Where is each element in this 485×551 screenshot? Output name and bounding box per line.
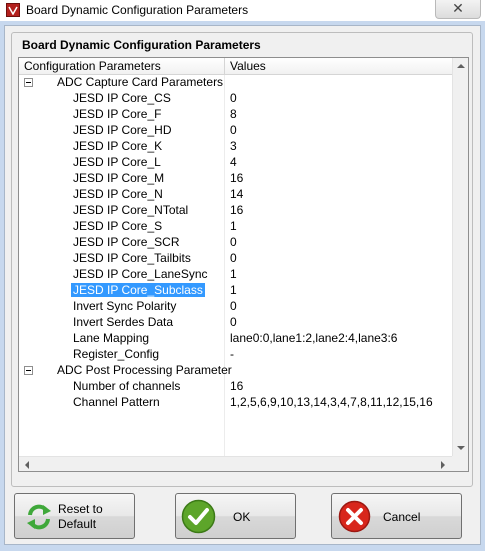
dialog-body: Board Dynamic Configuration Parameters C… [4,25,481,545]
param-value: 1 [230,283,237,297]
param-name: JESD IP Core_Subclass [71,283,205,297]
scroll-left-icon[interactable] [25,461,29,469]
param-value: 0 [230,251,237,265]
param-value: 0 [230,315,237,329]
table-row[interactable]: JESD IP Core_LaneSync 1 [19,267,452,283]
table-row[interactable]: JESD IP Core_NTotal 16 [19,203,452,219]
group-title: Board Dynamic Configuration Parameters [22,38,261,52]
tree-group-adc-post-processing[interactable]: ADC Post Processing Parameter [19,363,452,379]
scroll-corner [452,456,468,471]
param-value: lane0:0,lane1:2,lane2:4,lane3:6 [230,331,398,345]
param-name: JESD IP Core_K [73,139,163,153]
param-value: 16 [230,171,244,185]
scroll-down-icon[interactable] [457,446,465,450]
collapse-icon[interactable] [24,366,33,375]
param-name: JESD IP Core_LaneSync [73,267,208,281]
table-row-selected[interactable]: JESD IP Core_Subclass 1 [19,283,452,299]
param-value: 8 [230,107,237,121]
table-row[interactable]: JESD IP Core_CS 0 [19,91,452,107]
param-name: JESD IP Core_CS [73,91,171,105]
param-value: 0 [230,235,237,249]
tree-group-adc-capture[interactable]: ADC Capture Card Parameters [19,75,452,91]
param-name: Lane Mapping [73,331,150,345]
scroll-up-icon[interactable] [457,64,465,68]
table-row[interactable]: Invert Sync Polarity 0 [19,299,452,315]
param-name: JESD IP Core_NTotal [73,203,189,217]
param-value: 1,2,5,6,9,10,13,14,3,4,7,8,11,12,15,16 [230,395,433,409]
table-row[interactable]: Register_Config - [19,347,452,363]
window-title: Board Dynamic Configuration Parameters [26,3,249,17]
param-value: 1 [230,219,237,233]
cancel-label: Cancel [383,510,421,524]
collapse-icon[interactable] [24,78,33,87]
param-name: Number of channels [73,379,181,393]
horizontal-scrollbar[interactable] [19,456,452,471]
param-name: JESD IP Core_N [73,187,163,201]
close-button[interactable]: ✕ [435,0,481,19]
param-name: JESD IP Core_M [73,171,165,185]
param-value: 16 [230,203,244,217]
app-icon [6,3,20,17]
table-row[interactable]: JESD IP Core_SCR 0 [19,235,452,251]
param-value: 3 [230,139,237,153]
param-name: JESD IP Core_Tailbits [73,251,191,265]
group-label: ADC Capture Card Parameters [57,75,224,89]
param-name: Channel Pattern [73,395,160,409]
cancel-button[interactable]: Cancel [331,493,462,539]
param-name: JESD IP Core_F [73,107,162,121]
param-name: Invert Sync Polarity [73,299,177,313]
column-header-parameters[interactable]: Configuration Parameters [19,58,161,75]
param-name: Invert Serdes Data [73,315,174,329]
parameters-tree[interactable]: Configuration Parameters Values ADC Capt… [18,57,469,472]
column-header-values[interactable]: Values [225,58,266,75]
param-value: 0 [230,91,237,105]
table-row[interactable]: Channel Pattern 1,2,5,6,9,10,13,14,3,4,7… [19,395,452,411]
reset-label-line2: Default [58,517,97,531]
param-value: 0 [230,123,237,137]
table-row[interactable]: JESD IP Core_N 14 [19,187,452,203]
param-name: Register_Config [73,347,160,361]
group-label: ADC Post Processing Parameter [57,363,232,377]
refresh-icon [27,504,51,530]
table-row[interactable]: JESD IP Core_K 3 [19,139,452,155]
tree-header: Configuration Parameters Values [19,58,452,75]
param-name: JESD IP Core_HD [73,123,172,137]
check-icon [181,499,216,534]
reset-to-default-button[interactable]: Reset to Default [14,493,135,539]
config-group-box: Board Dynamic Configuration Parameters C… [11,32,473,487]
scroll-right-icon[interactable] [441,461,445,469]
table-row[interactable]: JESD IP Core_M 16 [19,171,452,187]
table-row[interactable]: Lane Mapping lane0:0,lane1:2,lane2:4,lan… [19,331,452,347]
param-name: JESD IP Core_L [73,155,161,169]
window-frame: Board Dynamic Configuration Parameters C… [0,21,485,551]
table-row[interactable]: Number of channels 16 [19,379,452,395]
param-value: 0 [230,299,237,313]
vertical-scrollbar[interactable] [452,58,468,456]
table-row[interactable]: JESD IP Core_Tailbits 0 [19,251,452,267]
param-value: 14 [230,187,244,201]
param-value: 4 [230,155,237,169]
ok-button[interactable]: OK [175,493,296,539]
reset-label-line1: Reset to [58,502,103,516]
close-icon: ✕ [452,0,464,16]
param-value: 16 [230,379,244,393]
table-row[interactable]: JESD IP Core_L 4 [19,155,452,171]
param-name: JESD IP Core_S [73,219,163,233]
table-row[interactable]: JESD IP Core_S 1 [19,219,452,235]
table-row[interactable]: JESD IP Core_HD 0 [19,123,452,139]
ok-label: OK [233,510,251,524]
table-row[interactable]: Invert Serdes Data 0 [19,315,452,331]
param-value: 1 [230,267,237,281]
table-row[interactable]: JESD IP Core_F 8 [19,107,452,123]
param-value: - [230,347,234,361]
cancel-x-icon [338,500,371,533]
param-name: JESD IP Core_SCR [73,235,180,249]
title-bar: Board Dynamic Configuration Parameters ✕ [0,0,485,21]
